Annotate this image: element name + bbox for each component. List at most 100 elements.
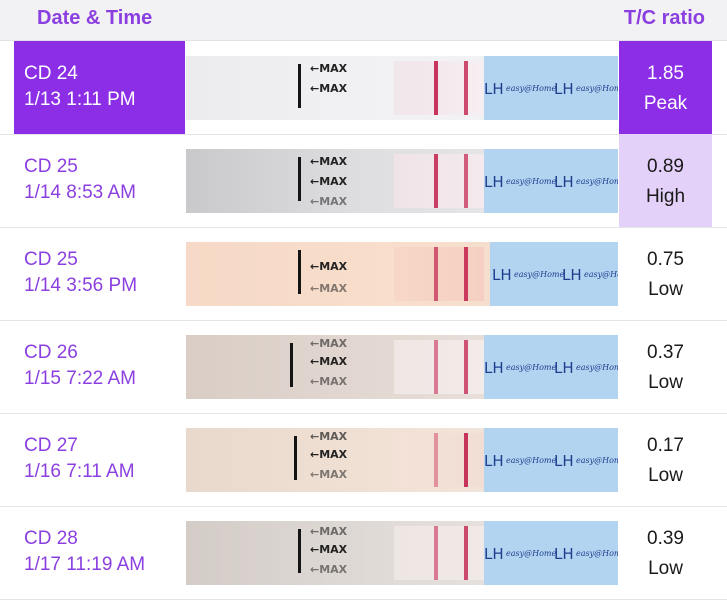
strip-label-area: LH easy@Home LH easy@Home (484, 521, 618, 585)
lh-level-label: Low (648, 558, 683, 579)
strip-max-label: ←MAX (310, 82, 348, 95)
strip-brand-text: easy@Home (514, 270, 565, 279)
strip-lh-text: LH (484, 359, 504, 377)
strip-result-window (394, 247, 484, 301)
strip-result-window (394, 61, 484, 115)
row-date-cell: CD 27 1/16 7:11 AM (14, 413, 185, 506)
tc-ratio-value: 0.39 (647, 528, 684, 549)
test-datetime: 1/13 1:11 PM (24, 89, 136, 110)
lh-level-label: Low (648, 279, 683, 300)
test-row[interactable]: CD 26 1/15 7:22 AM ←MAX ←MAX ←MAX LH eas… (0, 320, 727, 414)
strip-lh-text: LH (554, 545, 574, 563)
strip-max-label: ←MAX (310, 62, 348, 75)
strip-max-label: ←MAX (310, 175, 348, 188)
strip-brand-text: easy@Home (576, 549, 618, 558)
strip-max-label: ←MAX (310, 260, 348, 273)
strip-max-label: ←MAX (310, 543, 348, 556)
strip-lh-text: LH (492, 266, 512, 284)
test-datetime: 1/15 7:22 AM (24, 368, 136, 389)
test-row[interactable]: CD 25 1/14 8:53 AM ←MAX ←MAX ←MAX LH eas… (0, 134, 727, 228)
test-row[interactable]: CD 24 1/13 1:11 PM ←MAX ←MAX LH easy@Hom… (0, 41, 727, 135)
strip-lh-text: LH (554, 452, 574, 470)
strip-brand-text: easy@Home (576, 363, 618, 372)
test-strip-photo[interactable]: ←MAX ←MAX ←MAX LH easy@Home LH easy@Home (186, 428, 618, 492)
tc-ratio-value: 0.37 (647, 342, 684, 363)
test-line (434, 61, 438, 115)
test-row[interactable]: CD 28 1/17 11:19 AM ←MAX ←MAX ←MAX LH ea… (0, 506, 727, 600)
strip-lh-text: LH (554, 359, 574, 377)
strip-brand-text: easy@Home (506, 456, 557, 465)
strip-marker-line (290, 343, 293, 387)
test-datetime: 1/17 11:19 AM (24, 554, 146, 575)
strip-max-label: ←MAX (310, 337, 348, 350)
tc-ratio-cell: 1.85 Peak (619, 41, 712, 134)
strip-max-label: ←MAX (310, 282, 348, 295)
tc-ratio-value: 0.89 (647, 156, 684, 177)
cycle-day: CD 28 (24, 528, 78, 549)
strip-marker-line (294, 436, 297, 480)
strip-label-area: LH easy@Home LH easy@Home (484, 428, 618, 492)
test-strip-photo[interactable]: ←MAX ←MAX ←MAX LH easy@Home LH easy@Home (186, 521, 618, 585)
test-strip-photo[interactable]: ←MAX ←MAX LH easy@Home LH easy@Home (186, 242, 618, 306)
strip-max-label: ←MAX (310, 375, 348, 388)
strip-max-label: ←MAX (310, 355, 348, 368)
row-date-cell: CD 28 1/17 11:19 AM (14, 506, 185, 599)
test-strip-photo[interactable]: ←MAX ←MAX LH easy@Home LH easy@Home (186, 56, 618, 120)
tc-ratio-cell: 0.89 High (619, 134, 712, 227)
strip-max-label: ←MAX (310, 448, 348, 461)
tc-ratio-value: 0.75 (647, 249, 684, 270)
strip-label-area: LH easy@Home LH easy@Home (490, 242, 618, 306)
strip-lh-text: LH (562, 266, 582, 284)
test-datetime: 1/14 8:53 AM (24, 182, 136, 203)
strip-result-window (394, 526, 484, 580)
list-header: Date & Time T/C ratio (0, 0, 727, 41)
tc-ratio-cell: 0.75 Low (619, 227, 712, 320)
cycle-day: CD 25 (24, 249, 78, 270)
control-line (464, 526, 468, 580)
test-line (434, 433, 438, 487)
strip-max-label: ←MAX (310, 525, 348, 538)
date-time-column-header: Date & Time (37, 7, 153, 29)
test-row[interactable]: CD 27 1/16 7:11 AM ←MAX ←MAX ←MAX LH eas… (0, 413, 727, 507)
tc-ratio-value: 1.85 (647, 63, 684, 84)
test-strip-photo[interactable]: ←MAX ←MAX ←MAX LH easy@Home LH easy@Home (186, 335, 618, 399)
strip-lh-text: LH (484, 545, 504, 563)
tc-ratio-value: 0.17 (647, 435, 684, 456)
strip-result-window (394, 154, 484, 208)
cycle-day: CD 27 (24, 435, 78, 456)
strip-brand-text: easy@Home (506, 84, 557, 93)
strip-result-window (394, 433, 484, 487)
strip-marker-line (298, 250, 301, 294)
cycle-day: CD 24 (24, 63, 78, 84)
strip-brand-text: easy@Home (576, 84, 618, 93)
strip-max-label: ←MAX (310, 155, 348, 168)
strip-marker-line (298, 64, 301, 108)
test-line (434, 526, 438, 580)
strip-brand-text: easy@Home (506, 549, 557, 558)
strip-lh-text: LH (554, 173, 574, 191)
test-strip-photo[interactable]: ←MAX ←MAX ←MAX LH easy@Home LH easy@Home (186, 149, 618, 213)
strip-marker-line (298, 529, 301, 573)
strip-brand-text: easy@Home (576, 456, 618, 465)
lh-level-label: Low (648, 372, 683, 393)
strip-brand-text: easy@Home (576, 177, 618, 186)
lh-level-label: Low (648, 465, 683, 486)
strip-brand-text: easy@Home (506, 177, 557, 186)
strip-lh-text: LH (554, 80, 574, 98)
lh-level-label: High (645, 186, 686, 207)
strip-max-label: ←MAX (310, 430, 348, 443)
control-line (464, 433, 468, 487)
row-date-cell: CD 25 1/14 8:53 AM (14, 134, 185, 227)
test-line (434, 247, 438, 301)
strip-label-area: LH easy@Home LH easy@Home (484, 335, 618, 399)
test-row[interactable]: CD 25 1/14 3:56 PM ←MAX ←MAX LH easy@Hom… (0, 227, 727, 321)
tc-ratio-cell: 0.39 Low (619, 506, 712, 599)
test-line (434, 340, 438, 394)
test-datetime: 1/16 7:11 AM (24, 461, 135, 482)
tc-ratio-cell: 0.17 Low (619, 413, 712, 506)
strip-max-label: ←MAX (310, 563, 348, 576)
test-datetime: 1/14 3:56 PM (24, 275, 138, 296)
tc-ratio-column-header: T/C ratio (623, 7, 705, 29)
strip-lh-text: LH (484, 452, 504, 470)
control-line (464, 154, 468, 208)
